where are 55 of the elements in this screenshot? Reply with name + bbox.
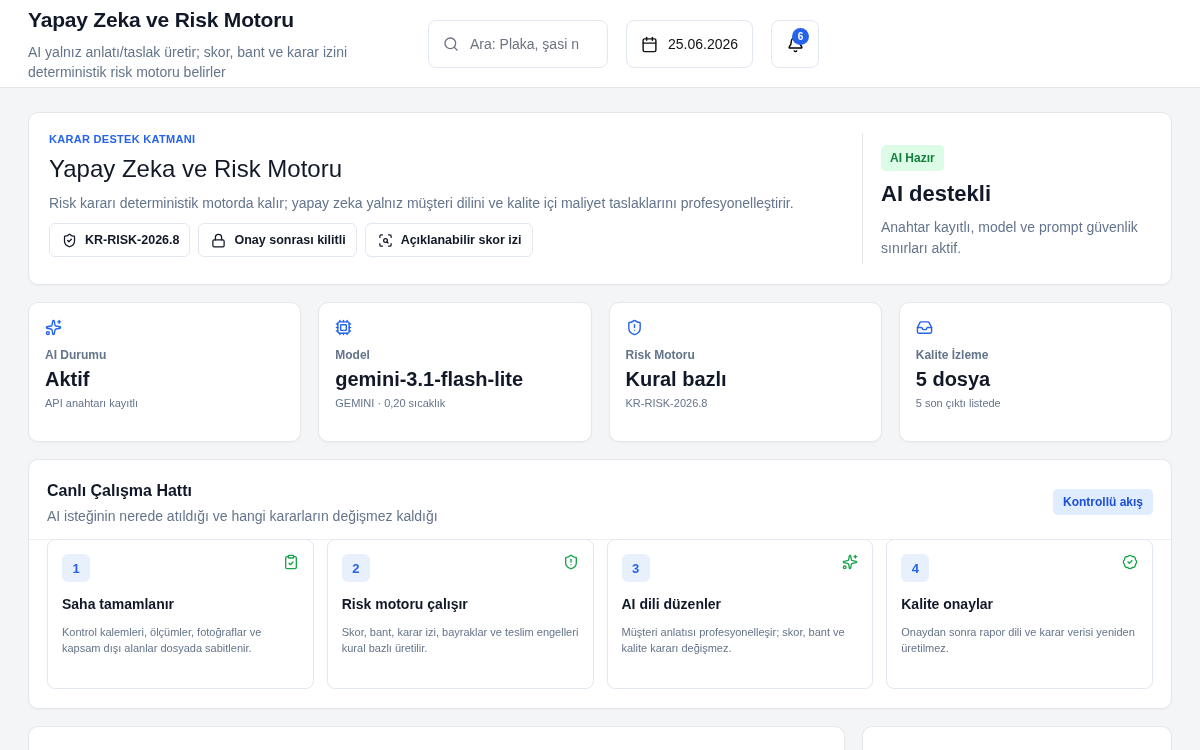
date-button[interactable]: 25.06.2026 — [626, 20, 754, 68]
step-text: Skor, bant, karar izi, bayraklar ve teslim engelleri kural bazlı üretilir. — [341, 625, 579, 656]
step-text: Onaydan sonra rapor dili ve karar verisi yeniden üretilmez. — [901, 625, 1136, 656]
section-title: Canlı Çalışma Hattı — [47, 482, 193, 500]
page-title: Yapay Zeka ve Risk Motoru — [28, 8, 295, 32]
section-subtitle: AI isteğinin nerede atıldığı ve hangi kararların değişmez kaldığı — [47, 508, 438, 524]
page-subtitle: AI yalnız anlatı/taslak üretir; skor, bant ve karar izini deterministik risk motoru belirler — [28, 43, 349, 82]
stat-label: Kalite İzleme — [915, 348, 990, 362]
eyebrow-label: KARAR DESTEK KATMANI — [49, 133, 197, 145]
clipboard-check-icon — [282, 554, 299, 570]
step-number: 3 — [621, 554, 650, 582]
sparkles-icon — [842, 554, 859, 570]
status-badge: AI Hazır — [881, 145, 944, 171]
shield-alert-icon — [562, 554, 579, 570]
stat-note: GEMINI · 0,20 sıcaklık — [335, 397, 447, 409]
step-title: Kalite onaylar — [901, 596, 995, 612]
notification-count: 6 — [792, 28, 810, 45]
step-title: Risk motoru çalışır — [341, 596, 469, 612]
stat-value: Kural bazlı — [625, 368, 728, 391]
info-chip: Açıklanabilir skor izi — [364, 223, 533, 257]
info-chip: KR-RISK-2026.8 — [49, 223, 191, 257]
stat-value: gemini-3.1-flash-lite — [335, 368, 525, 391]
inbox-icon — [915, 319, 933, 336]
lock-icon — [211, 232, 227, 248]
hero-description: Risk kararı deterministik motorda kalır; yapay zeka yalnız müşteri dilini ve kalite içi maliyet taslaklarını profesyonelleştirir. — [49, 195, 795, 211]
status-title: AI destekli — [881, 181, 993, 207]
stat-value: Aktif — [45, 368, 91, 391]
step-text: Kontrol kalemleri, ölçümler, fotoğraflar ve kapsam dışı alanlar dosyada sabitlenir. — [62, 625, 263, 656]
step-number: 2 — [341, 554, 370, 582]
stat-note: 5 son çıktı listede — [915, 397, 1002, 409]
sparkles-icon — [45, 319, 62, 336]
step-title: Saha tamamlanır — [62, 596, 176, 612]
step-title: AI dili düzenler — [621, 596, 723, 612]
stat-label: AI Durumu — [45, 348, 108, 362]
step-text: Müşteri anlatısı profesyonelleşir; skor, bant ve kalite kararı değişmez. — [621, 625, 846, 656]
notifications-button[interactable]: 6 — [771, 20, 820, 68]
step-number: 4 — [901, 554, 930, 582]
stat-label: Model — [335, 348, 371, 362]
stat-value: 5 dosya — [915, 368, 992, 391]
badge-check-icon — [1122, 554, 1138, 570]
step-number: 1 — [62, 554, 90, 582]
calendar-icon — [641, 35, 658, 53]
flow-badge: Kontrollü akış — [1053, 489, 1153, 515]
search-icon — [443, 36, 459, 52]
hero-title: Yapay Zeka ve Risk Motoru — [49, 155, 343, 183]
shield-check-icon — [62, 232, 77, 248]
shield-alert-icon — [625, 319, 643, 336]
chip-icon — [335, 319, 353, 336]
stat-label: Risk Motoru — [625, 348, 696, 362]
stat-note: API anahtarı kayıtlı — [45, 397, 139, 409]
status-text: Anahtar kayıtlı, model ve prompt güvenlik sınırları aktif. — [881, 218, 1139, 258]
search-field[interactable]: Ara: Plaka, şasi n — [428, 20, 608, 68]
info-chip: Onay sonrası kilitli — [198, 223, 357, 257]
scan-search-icon — [377, 232, 393, 248]
stat-note: KR-RISK-2026.8 — [625, 397, 709, 409]
